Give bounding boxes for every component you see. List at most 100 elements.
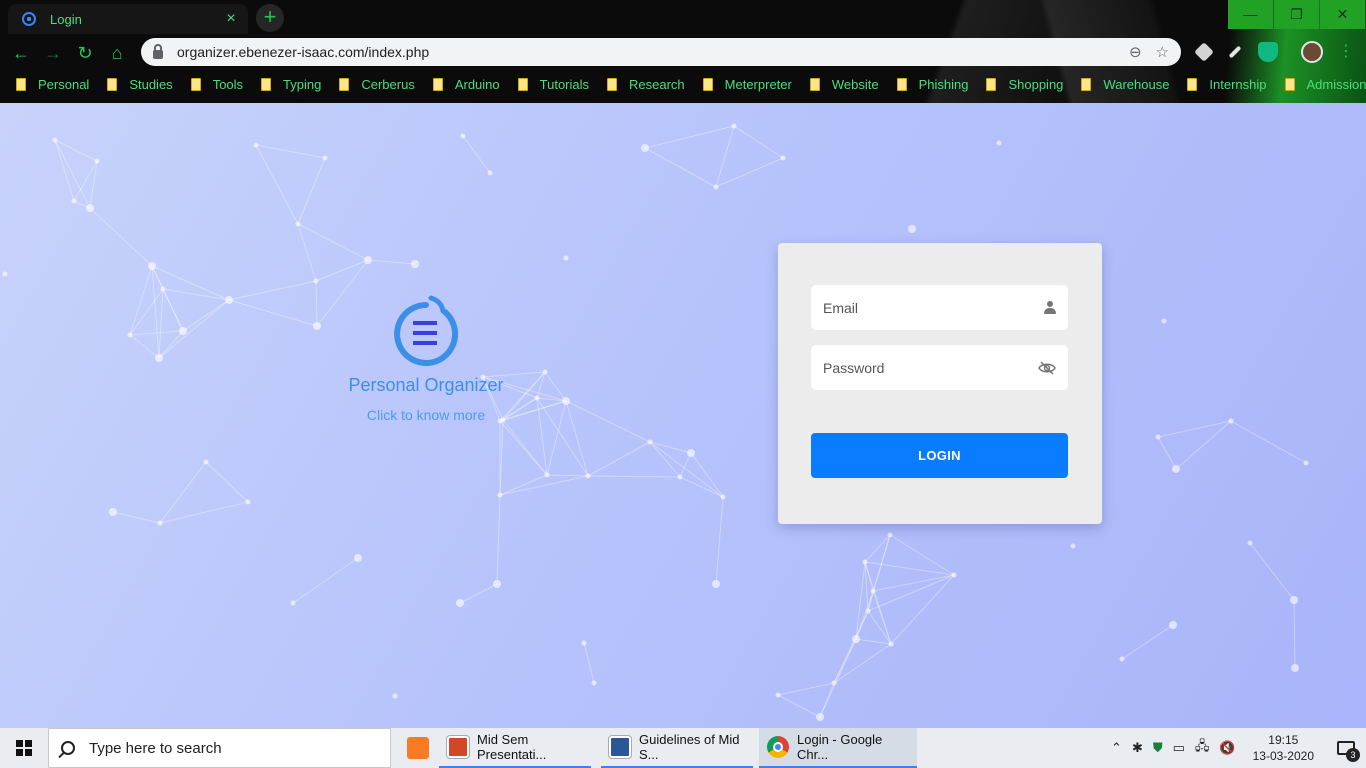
browser-chrome: Login × + — ❐ ✕ ← → ↻ ⌂ organizer.ebenez…	[0, 0, 1366, 103]
bookmark-folder-cerberus[interactable]: Cerberus	[339, 77, 415, 92]
bookmark-folder-research[interactable]: Research	[607, 77, 685, 92]
back-button[interactable]: ←	[8, 40, 34, 66]
password-field[interactable]	[811, 345, 1068, 390]
bookmark-folder-arduino[interactable]: Arduino	[432, 77, 500, 92]
new-tab-button[interactable]: +	[256, 4, 284, 32]
folder-icon	[517, 77, 528, 91]
bookmark-folder-personal[interactable]: Personal	[16, 77, 89, 92]
network-line	[1230, 420, 1307, 464]
bookmark-label: Tools	[212, 76, 244, 92]
network-node	[1155, 434, 1161, 440]
bookmark-folder-studies[interactable]: Studies	[107, 77, 173, 92]
bluetooth-icon[interactable]: ✱	[1132, 740, 1143, 756]
network-node	[157, 520, 163, 526]
network-node	[1161, 318, 1167, 324]
folder-icon	[809, 77, 820, 91]
network-line	[112, 511, 161, 524]
defender-shield-icon[interactable]: ⛊	[1153, 740, 1163, 756]
reload-button[interactable]: ↻	[72, 40, 98, 66]
network-node	[862, 559, 868, 565]
search-placeholder: Type here to search	[89, 739, 222, 757]
organizer-logo-icon	[394, 295, 459, 366]
email-input[interactable]	[823, 299, 1044, 316]
network-node	[456, 599, 464, 607]
network-node	[542, 369, 548, 375]
show-hidden-icons-icon[interactable]: ⌃	[1111, 740, 1122, 756]
network-line	[833, 643, 892, 684]
password-input[interactable]	[823, 359, 1038, 376]
network-line	[819, 638, 857, 718]
profile-avatar[interactable]	[1301, 41, 1323, 63]
network-node	[887, 532, 893, 538]
bookmarks-bar: Personal Studies Tools Typing Cerberus Arduin…	[0, 71, 1366, 97]
close-tab-icon[interactable]: ×	[222, 10, 240, 28]
bookmark-folder-tutorials[interactable]: Tutorials	[517, 77, 589, 92]
taskbar-app-chrome[interactable]: Login - Google Chr...	[759, 728, 917, 768]
bookmark-label: Meterpreter	[724, 76, 792, 92]
network-line	[889, 534, 955, 576]
network-node	[487, 170, 493, 176]
bookmark-folder-admission[interactable]: Admission	[1284, 77, 1366, 92]
network-node	[534, 395, 540, 401]
network-node	[647, 439, 653, 445]
bookmark-folder-phishing[interactable]: Phishing	[896, 77, 968, 92]
taskbar-app-word[interactable]: Guidelines of Mid S...	[601, 728, 753, 768]
taskbar-search[interactable]: Type here to search	[48, 728, 391, 768]
network-line	[565, 400, 651, 443]
browser-menu-icon[interactable]: ⋮	[1336, 42, 1356, 62]
network-line	[297, 157, 326, 225]
bookmark-folder-meterpreter[interactable]: Meterpreter	[702, 76, 792, 92]
eye-slash-icon[interactable]	[1038, 360, 1056, 375]
restore-window-button[interactable]: ❐	[1274, 0, 1319, 29]
tab-login[interactable]: Login ×	[8, 4, 248, 34]
minimize-window-button[interactable]: —	[1228, 0, 1273, 29]
bookmark-folder-internship[interactable]: Internship	[1187, 77, 1267, 92]
know-more-link[interactable]: Click to know more	[326, 407, 526, 423]
extension-pen-icon[interactable]	[1228, 45, 1242, 59]
email-field[interactable]	[811, 285, 1068, 330]
network-line	[297, 223, 317, 282]
xampp-icon[interactable]	[407, 737, 429, 759]
network-node	[731, 123, 737, 129]
extension-cube-icon[interactable]	[1194, 42, 1214, 62]
network-line	[129, 288, 164, 336]
network-node	[591, 680, 597, 686]
network-node	[160, 286, 166, 292]
network-node	[775, 692, 781, 698]
brand-name: Personal Organizer	[348, 375, 504, 395]
bookmark-folder-typing[interactable]: Typing	[261, 77, 321, 92]
bookmark-folder-website[interactable]: Website	[809, 77, 879, 92]
taskbar-app-powerpoint[interactable]: Mid Sem Presentati...	[439, 728, 591, 768]
bookmark-star-icon[interactable]: ☆	[1156, 43, 1169, 61]
battery-icon[interactable]: ▭	[1173, 740, 1185, 756]
network-line	[255, 144, 326, 159]
bookmark-folder-shopping[interactable]: Shopping	[986, 77, 1063, 92]
clock[interactable]: 19:15 13-03-2020	[1253, 732, 1314, 764]
network-icon[interactable]: 🖧	[1195, 737, 1210, 759]
network-node	[562, 397, 570, 405]
zoom-icon[interactable]: ⊖	[1129, 43, 1142, 61]
bookmark-folder-tools[interactable]: Tools	[190, 76, 244, 92]
address-bar[interactable]: organizer.ebenezer-isaac.com/index.php ⊖…	[141, 38, 1181, 66]
network-node	[94, 158, 100, 164]
network-line	[89, 207, 153, 267]
home-button[interactable]: ⌂	[104, 40, 130, 66]
network-node	[687, 449, 695, 457]
network-line	[649, 441, 681, 478]
bookmark-folder-warehouse[interactable]: Warehouse	[1081, 77, 1169, 92]
brand-block[interactable]: Personal Organizer Click to know more	[326, 291, 526, 423]
volume-muted-icon[interactable]: 🔇	[1219, 740, 1235, 756]
forward-button[interactable]: →	[40, 40, 66, 66]
network-line	[205, 461, 249, 503]
login-button[interactable]: LOGIN	[811, 433, 1068, 478]
lock-icon[interactable]	[153, 43, 163, 59]
close-window-button[interactable]: ✕	[1320, 0, 1365, 29]
network-node	[870, 588, 876, 594]
network-node	[1291, 664, 1299, 672]
extension-shield-icon[interactable]	[1258, 42, 1278, 62]
url-text[interactable]: organizer.ebenezer-isaac.com/index.php	[177, 44, 1115, 60]
network-line	[255, 144, 299, 225]
start-button[interactable]	[0, 728, 48, 768]
action-center-button[interactable]: 3	[1326, 728, 1366, 768]
network-line	[679, 476, 724, 498]
